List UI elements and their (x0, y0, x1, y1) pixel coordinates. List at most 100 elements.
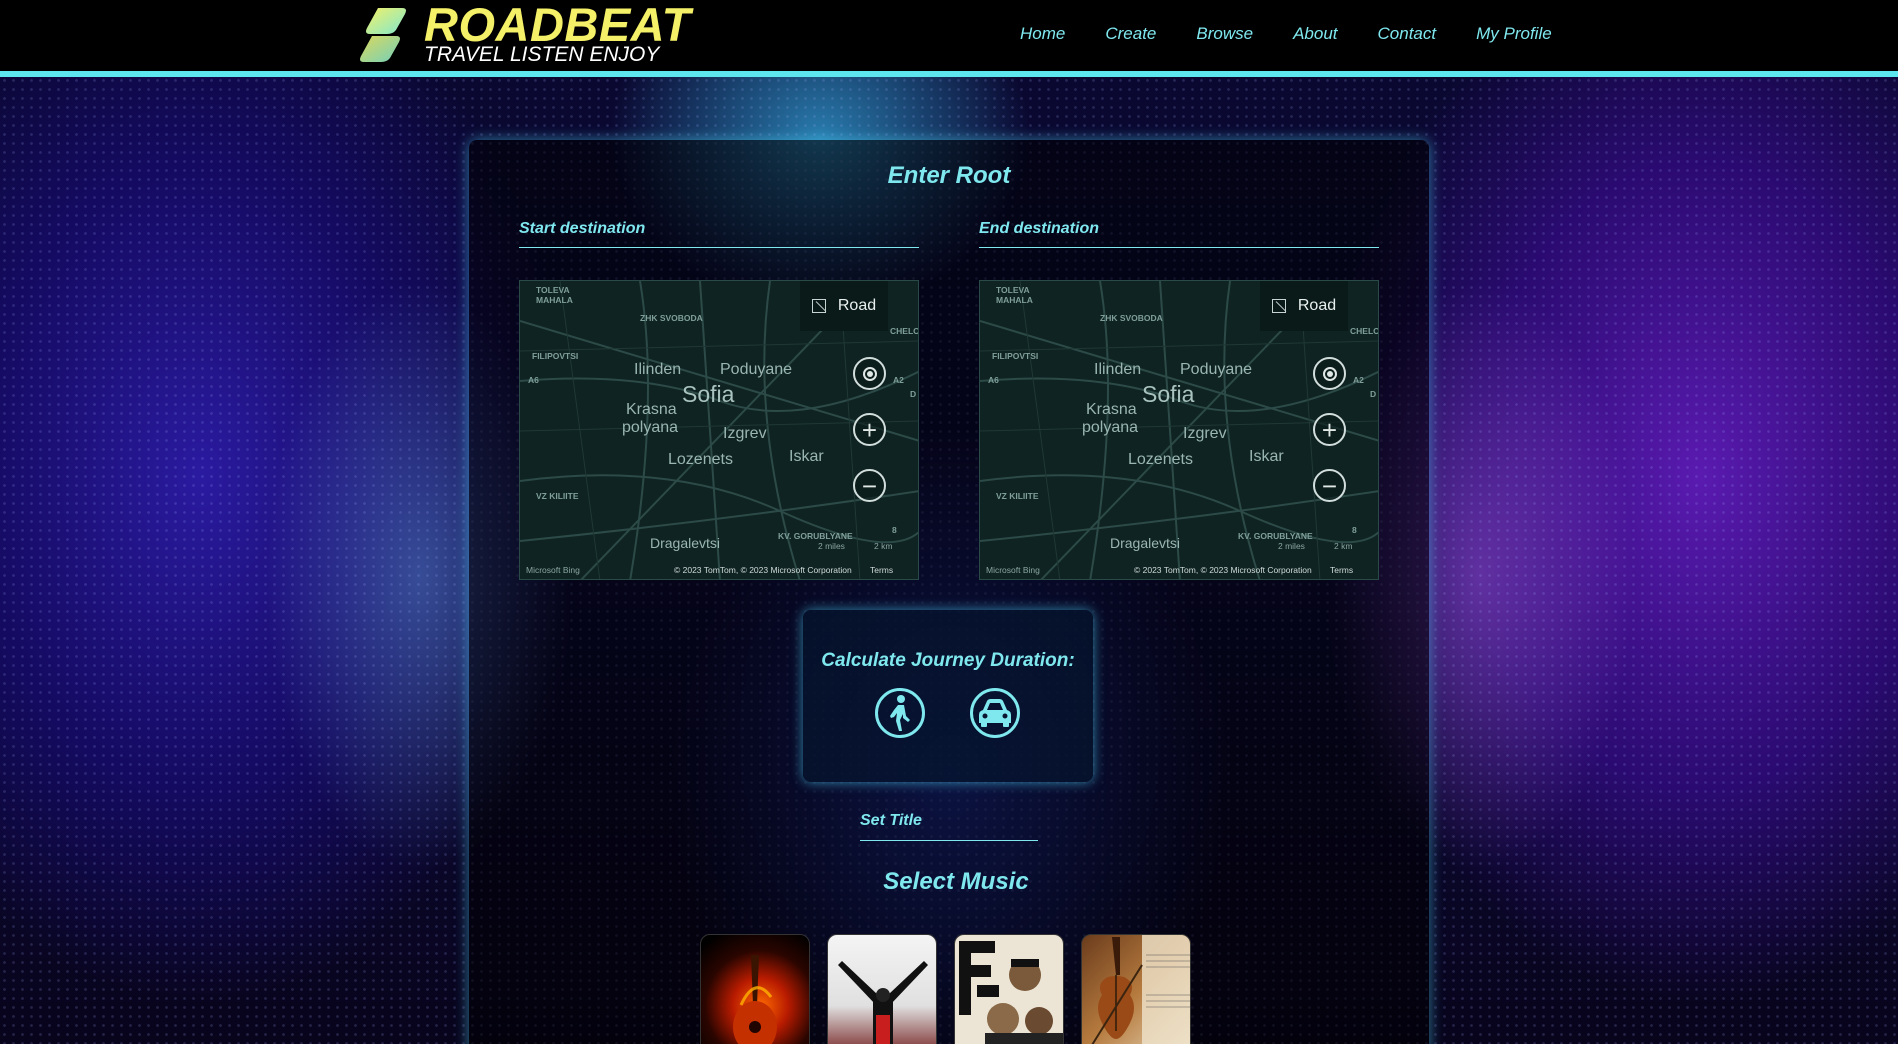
map-label-filipovtsi: FILIPOVTSI (532, 351, 579, 361)
map-label-izgrev: Izgrev (1183, 425, 1227, 442)
end-map[interactable]: TOLEVA MAHALA ZHK SVOBODA FILIPOVTSI CHE… (979, 280, 1379, 580)
album-classical-violin[interactable] (1081, 934, 1191, 1044)
map-scale-km: 2 km (874, 541, 893, 551)
map-label-vz: VZ KILIITE (996, 491, 1039, 501)
minus-icon: − (1321, 470, 1338, 501)
map-label-mahala: MAHALA (996, 295, 1033, 305)
map-layer-icon (1271, 299, 1286, 313)
start-destination-label[interactable]: Start destination (519, 220, 645, 238)
map-label-krasna: Krasna (626, 401, 677, 418)
map-label-gorublyane: KV. GORUBLYANE (1238, 531, 1313, 541)
map-label-polyana: polyana (622, 419, 679, 436)
map-label-a2: A2 (1353, 375, 1364, 385)
map-label-toleva: TOLEVA (996, 285, 1030, 295)
map-label-chelop: CHELOP (890, 326, 918, 336)
map-label-lozenets: Lozenets (668, 451, 733, 468)
map-label-city: Sofia (682, 381, 735, 407)
map-label-poduyane: Poduyane (720, 361, 793, 378)
map-label-toleva: TOLEVA (536, 285, 570, 295)
map-scale-miles: 2 miles (818, 541, 845, 551)
map-label-polyana: polyana (1082, 419, 1139, 436)
site-header: ROADBEAT TRAVEL LISTEN ENJOY Home Create… (0, 0, 1898, 71)
map-label-krasna: Krasna (1086, 401, 1137, 418)
map-label-ilinden: Ilinden (1094, 361, 1142, 378)
minus-icon: − (861, 470, 878, 501)
walk-icon (890, 695, 910, 731)
map-style-button[interactable]: Road (800, 281, 888, 331)
nav-my-profile[interactable]: My Profile (1476, 24, 1552, 44)
locate-icon (1322, 366, 1337, 381)
map-scale-km: 2 km (1334, 541, 1353, 551)
map-label-8: 8 (892, 525, 897, 535)
set-title-input[interactable] (860, 840, 1038, 841)
zoom-out-button[interactable]: − (853, 469, 886, 502)
map-layer-icon (811, 299, 826, 313)
guitar-art (733, 955, 777, 1044)
album-rock-guitar[interactable] (700, 934, 810, 1044)
zoom-in-button[interactable]: + (1313, 413, 1346, 446)
map-scale-miles: 2 miles (1278, 541, 1305, 551)
zoom-in-button[interactable]: + (853, 413, 886, 446)
walk-mode-button[interactable] (875, 688, 925, 738)
nav-home[interactable]: Home (1020, 24, 1065, 44)
map-label-lozenets: Lozenets (1128, 451, 1193, 468)
map-label-mahala: MAHALA (536, 295, 573, 305)
bing-logo: Microsoft Bing (526, 565, 580, 575)
car-mode-button[interactable] (970, 688, 1020, 738)
map-label-gorublyane: KV. GORUBLYANE (778, 531, 853, 541)
nav-browse[interactable]: Browse (1196, 24, 1253, 44)
map-terms-link[interactable]: Terms (1330, 565, 1353, 575)
map-label-a6: A6 (988, 375, 999, 385)
main-nav: Home Create Browse About Contact My Prof… (1000, 24, 1572, 44)
map-label-8: 8 (1352, 525, 1357, 535)
map-label-city: Sofia (1142, 381, 1195, 407)
violin-art (1091, 935, 1190, 1044)
zoom-out-button[interactable]: − (1313, 469, 1346, 502)
car-icon (979, 699, 1011, 727)
nav-contact[interactable]: Contact (1378, 24, 1437, 44)
album-hiphop[interactable] (954, 934, 1064, 1044)
map-label-izgrev: Izgrev (723, 425, 767, 442)
start-map[interactable]: TOLEVA MAHALA ZHK SVOBODA FILIPOVTSI CHE… (519, 280, 919, 580)
select-music-title: Select Music (883, 868, 1029, 895)
map-label-d: D (910, 389, 917, 399)
map-label-a2: A2 (893, 375, 904, 385)
header-divider (0, 71, 1898, 77)
bing-logo: Microsoft Bing (986, 565, 1040, 575)
end-destination-input[interactable] (979, 247, 1379, 248)
map-label-zhk: ZHK SVOBODA (1100, 313, 1163, 323)
start-destination-input[interactable] (519, 247, 919, 248)
map-label-iskar: Iskar (789, 448, 824, 465)
brand-tagline: TRAVEL LISTEN ENJOY (424, 43, 660, 66)
locate-icon (862, 366, 877, 381)
set-title-label[interactable]: Set Title (860, 812, 922, 830)
album-pop[interactable] (827, 934, 937, 1044)
nav-about[interactable]: About (1293, 24, 1337, 44)
map-label-iskar: Iskar (1249, 448, 1284, 465)
map-copyright: © 2023 TomTom, © 2023 Microsoft Corporat… (1134, 565, 1312, 575)
map-terms-link[interactable]: Terms (870, 565, 893, 575)
create-route-panel: Enter Root Start destination End destina… (469, 140, 1429, 1044)
map-label-d: D (1370, 389, 1377, 399)
hiphop-art (959, 941, 1063, 1044)
map-label-poduyane: Poduyane (1180, 361, 1253, 378)
journey-duration-box: Calculate Journey Duration: (803, 610, 1093, 782)
panel-title: Enter Root (887, 162, 1011, 189)
map-label-ilinden: Ilinden (634, 361, 682, 378)
map-label-a6: A6 (528, 375, 539, 385)
journey-title: Calculate Journey Duration: (821, 650, 1075, 671)
map-label-vz: VZ KILIITE (536, 491, 579, 501)
map-style-label: Road (837, 297, 877, 314)
map-style-button[interactable]: Road (1260, 281, 1348, 331)
map-copyright: © 2023 TomTom, © 2023 Microsoft Corporat… (674, 565, 852, 575)
map-label-chelop: CHELOP (1350, 326, 1378, 336)
logo-icon[interactable] (358, 6, 414, 62)
map-label-filipovtsi: FILIPOVTSI (992, 351, 1039, 361)
nav-create[interactable]: Create (1105, 24, 1156, 44)
map-footer: Microsoft Bing © 2023 TomTom, © 2023 Mic… (520, 561, 918, 579)
map-label-dragalevtsi: Dragalevtsi (650, 535, 721, 551)
end-destination-label[interactable]: End destination (979, 220, 1099, 238)
locate-button[interactable] (1313, 357, 1346, 390)
locate-button[interactable] (853, 357, 886, 390)
map-label-zhk: ZHK SVOBODA (640, 313, 703, 323)
